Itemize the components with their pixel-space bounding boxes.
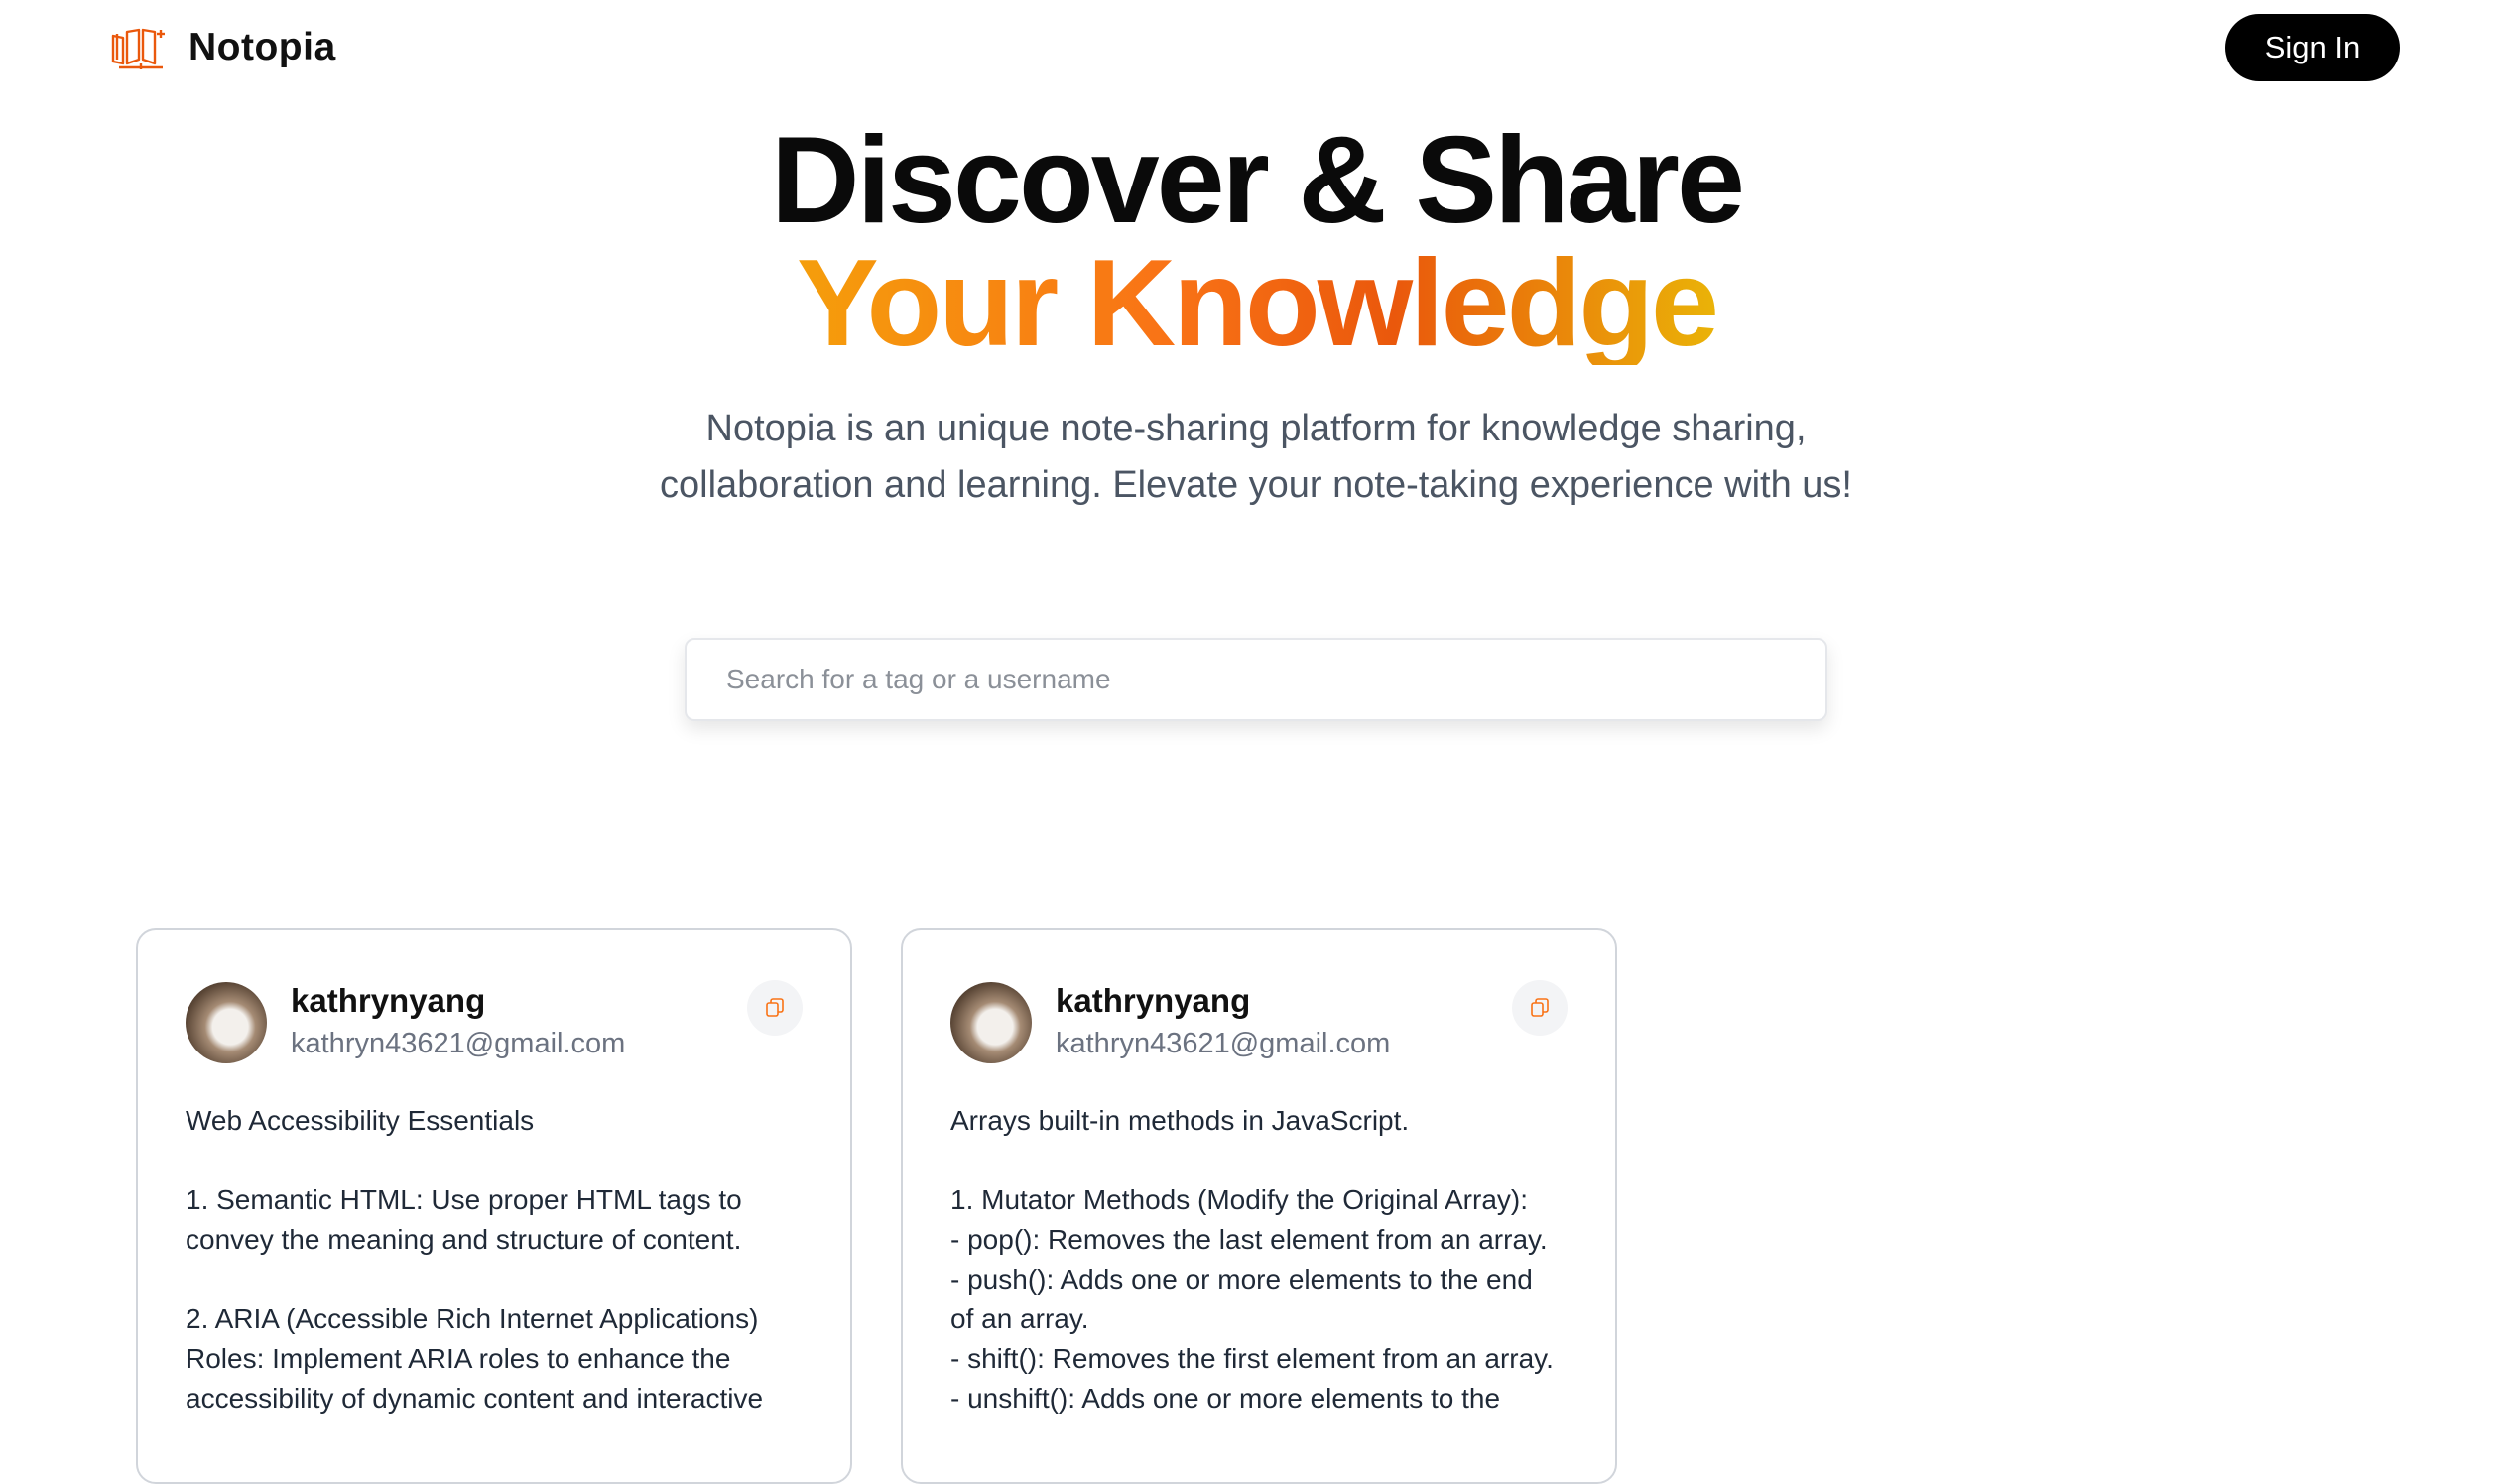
username[interactable]: kathrynyang bbox=[291, 980, 625, 1022]
navbar: Notopia Sign In bbox=[0, 0, 2513, 97]
avatar[interactable] bbox=[950, 982, 1032, 1063]
note-card-header: kathrynyang kathryn43621@gmail.com bbox=[950, 980, 1568, 1065]
brand-name: Notopia bbox=[188, 26, 336, 68]
search-input[interactable] bbox=[687, 640, 1825, 719]
notopia-logo-icon bbox=[111, 28, 165, 69]
note-card-header: kathrynyang kathryn43621@gmail.com bbox=[186, 980, 803, 1065]
hero-subtitle-line2: collaboration and learning. Elevate your… bbox=[660, 464, 1852, 506]
hero-title: Discover & Share Your Knowledge bbox=[0, 119, 2513, 365]
user-email: kathryn43621@gmail.com bbox=[1056, 1028, 1391, 1059]
user-email: kathryn43621@gmail.com bbox=[291, 1028, 626, 1059]
hero-title-line2: Your Knowledge bbox=[796, 235, 1719, 372]
hero-subtitle-line1: Notopia is an unique note-sharing platfo… bbox=[705, 408, 1807, 449]
hero-title-line1: Discover & Share bbox=[771, 112, 1745, 249]
user-info: kathrynyang kathryn43621@gmail.com bbox=[291, 980, 625, 1065]
user-info: kathrynyang kathryn43621@gmail.com bbox=[1056, 980, 1390, 1065]
hero-subtitle: Notopia is an unique note-sharing platfo… bbox=[562, 401, 1950, 514]
note-content: Web Accessibility Essentials 1. Semantic… bbox=[186, 1105, 764, 1414]
note-card[interactable]: kathrynyang kathryn43621@gmail.com Web A… bbox=[136, 928, 852, 1484]
hero: Discover & Share Your Knowledge bbox=[0, 119, 2513, 365]
copy-button[interactable] bbox=[747, 980, 803, 1036]
sign-in-button[interactable]: Sign In bbox=[2225, 14, 2400, 81]
search-box bbox=[685, 638, 1827, 721]
avatar[interactable] bbox=[186, 982, 267, 1063]
note-content: Arrays built-in methods in JavaScript. 1… bbox=[950, 1105, 1554, 1414]
username[interactable]: kathrynyang bbox=[1056, 980, 1390, 1022]
brand-link[interactable]: Notopia bbox=[109, 24, 336, 71]
copy-icon bbox=[1531, 998, 1549, 1017]
copy-icon bbox=[766, 998, 784, 1017]
note-card[interactable]: kathrynyang kathryn43621@gmail.com Array… bbox=[901, 928, 1617, 1484]
copy-button[interactable] bbox=[1512, 980, 1568, 1036]
